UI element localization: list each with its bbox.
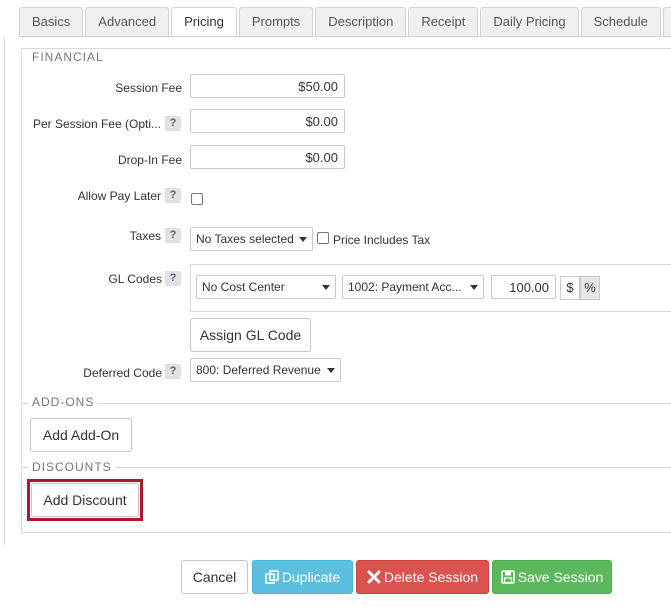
per-session-fee-input[interactable] <box>190 109 345 133</box>
help-icon[interactable]: ? <box>165 271 181 286</box>
section-addons-title: ADD-ONS <box>29 395 98 409</box>
allow-pay-later-checkbox[interactable] <box>191 193 203 205</box>
tab-bar: Basics Advanced Pricing Prompts Descript… <box>19 7 671 37</box>
tab-daily-pricing[interactable]: Daily Pricing <box>480 7 579 37</box>
addons-divider <box>22 403 671 404</box>
delete-session-button[interactable]: Delete Session <box>356 560 489 594</box>
tab-description[interactable]: Description <box>315 7 407 37</box>
section-financial-title: FINANCIAL <box>29 50 107 64</box>
percent-unit-button[interactable]: % <box>580 276 600 300</box>
tab-schedule[interactable]: Schedule <box>580 7 661 37</box>
taxes-select-value: No Taxes selected <box>196 232 294 246</box>
price-includes-tax-checkbox[interactable] <box>317 232 329 244</box>
session-fee-input[interactable] <box>190 74 345 98</box>
gl-codes-label: GL Codes <box>108 272 162 286</box>
taxes-select[interactable]: No Taxes selected <box>190 227 313 251</box>
chevron-down-icon <box>327 368 335 373</box>
highlight-box <box>27 479 143 521</box>
chevron-down-icon <box>299 237 307 242</box>
price-includes-tax-label: Price Includes Tax <box>333 233 431 247</box>
tab-advanced[interactable]: Advanced <box>85 7 170 37</box>
deferred-code-select[interactable]: 800: Deferred Revenue <box>190 358 341 382</box>
per-session-fee-label: Per Session Fee (Opti... <box>32 117 161 131</box>
cost-center-value: No Cost Center <box>202 280 285 294</box>
drop-in-fee-label: Drop-In Fee <box>117 153 182 167</box>
tab-divider <box>19 36 671 37</box>
copy-icon <box>265 570 279 584</box>
deferred-code-label: Deferred Code <box>83 366 162 380</box>
gl-account-value: 1002: Payment Acc... <box>348 280 462 294</box>
help-icon[interactable]: ? <box>165 188 181 203</box>
help-icon[interactable]: ? <box>165 116 181 131</box>
tab-advertising[interactable]: Ad <box>662 7 671 37</box>
assign-gl-code-button[interactable]: Assign GL Code <box>190 318 311 352</box>
chevron-down-icon <box>470 285 478 290</box>
tab-basics[interactable]: Basics <box>19 7 84 37</box>
x-icon <box>367 570 381 584</box>
gl-amount-input[interactable] <box>491 275 556 299</box>
cancel-button[interactable]: Cancel <box>181 560 248 594</box>
help-icon[interactable]: ? <box>165 364 181 379</box>
save-session-label: Save Session <box>517 569 604 585</box>
floppy-disk-icon <box>500 570 515 584</box>
taxes-label: Taxes <box>129 229 161 243</box>
duplicate-label: Duplicate <box>281 569 341 585</box>
drop-in-fee-input[interactable] <box>190 145 345 169</box>
tab-prompts[interactable]: Prompts <box>238 7 314 37</box>
duplicate-button[interactable]: Duplicate <box>252 560 353 594</box>
deferred-code-value: 800: Deferred Revenue <box>196 363 321 377</box>
help-icon[interactable]: ? <box>165 228 181 243</box>
chevron-down-icon <box>322 285 330 290</box>
panel-border <box>4 37 5 545</box>
cost-center-select[interactable]: No Cost Center <box>196 275 336 299</box>
section-discounts-title: DISCOUNTS <box>29 460 115 474</box>
gl-account-select[interactable]: 1002: Payment Acc... <box>342 275 484 299</box>
tab-pricing[interactable]: Pricing <box>171 7 237 37</box>
add-addon-button[interactable]: Add Add-On <box>30 418 132 452</box>
dollar-unit-button[interactable]: $ <box>560 276 580 300</box>
save-session-button[interactable]: Save Session <box>492 560 612 594</box>
discounts-divider <box>22 467 671 468</box>
delete-session-label: Delete Session <box>383 569 479 585</box>
session-fee-label: Session Fee <box>115 81 182 95</box>
tab-receipt[interactable]: Receipt <box>408 7 479 37</box>
allow-pay-later-label: Allow Pay Later <box>77 189 161 203</box>
